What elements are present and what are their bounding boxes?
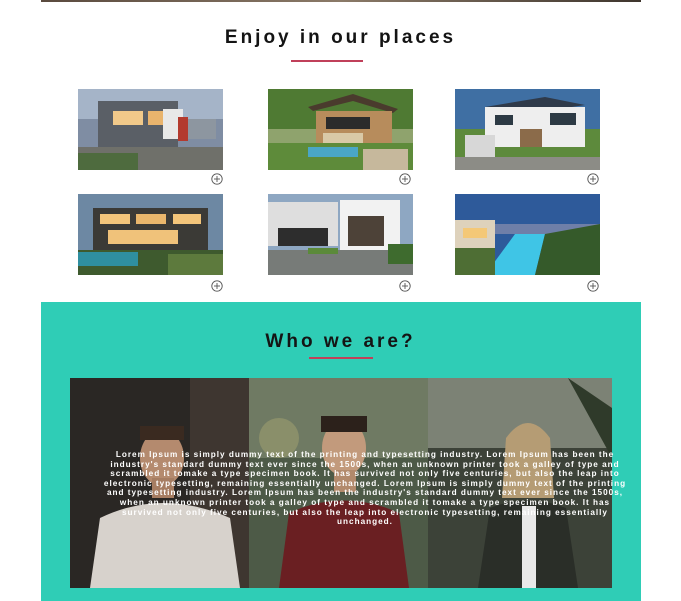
about-title-underline (309, 357, 373, 359)
gallery-image-3[interactable] (455, 89, 600, 170)
zoom-plus-icon[interactable] (587, 173, 599, 185)
zoom-plus-icon[interactable] (211, 280, 223, 292)
gallery-image-1[interactable] (78, 89, 223, 170)
gallery-image-5[interactable] (268, 194, 413, 275)
zoom-plus-icon[interactable] (587, 280, 599, 292)
zoom-plus-icon[interactable] (399, 173, 411, 185)
places-title-underline (291, 60, 363, 62)
gallery-image-6[interactable] (455, 194, 600, 275)
zoom-plus-icon[interactable] (211, 173, 223, 185)
zoom-plus-icon[interactable] (399, 280, 411, 292)
places-title: Enjoy in our places (224, 27, 457, 48)
about-title: Who we are? (265, 331, 416, 352)
gallery-image-4[interactable] (78, 194, 223, 275)
about-description: Lorem Ipsum is simply dummy text of the … (103, 450, 627, 527)
gallery-image-2[interactable] (268, 89, 413, 170)
header-image-strip (41, 0, 641, 2)
